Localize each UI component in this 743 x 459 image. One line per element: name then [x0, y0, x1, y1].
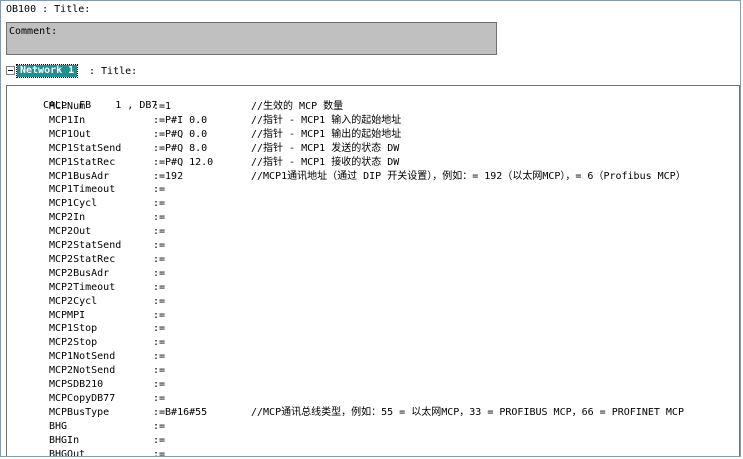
- param-comment: //生效的 MCP 数量: [251, 101, 344, 112]
- param-name: MCP2Timeout: [49, 281, 116, 293]
- param-value: :=: [153, 337, 166, 349]
- param-comment: //指针 - MCP1 发送的状态 DW: [251, 142, 400, 154]
- network-title[interactable]: : Title:: [89, 66, 137, 77]
- param-value: :=: [153, 365, 166, 377]
- param-value: :=: [153, 434, 166, 446]
- param-value: :=: [153, 184, 166, 196]
- param-name: MCP1StatRec: [49, 156, 116, 168]
- param-value: :=: [153, 351, 166, 363]
- collapse-network-icon[interactable]: [6, 66, 15, 75]
- call-line[interactable]: CALL FB 1 , DB7: [7, 86, 157, 111]
- param-name: MCPCopyDB77: [49, 392, 116, 404]
- param-value: :=: [153, 198, 166, 210]
- network-label[interactable]: Network 1: [15, 64, 79, 78]
- param-name: MCP2BusAdr: [49, 267, 110, 279]
- param-value: :=P#Q 8.0: [153, 142, 208, 154]
- param-value: :=: [153, 240, 166, 251]
- param-name: MCP1Timeout: [49, 184, 116, 196]
- param-value: :=: [153, 253, 166, 265]
- param-name: MCP1In: [49, 114, 86, 126]
- param-name: MCP2NotSend: [49, 365, 116, 377]
- param-name: BHGOut: [49, 448, 86, 457]
- param-value: :=192: [153, 170, 184, 182]
- param-value: :=: [153, 267, 166, 279]
- param-value: :=: [153, 392, 166, 404]
- param-name: MCP2StatSend: [49, 240, 122, 251]
- param-value: :=1: [153, 101, 172, 112]
- param-value: :=P#Q 12.0: [153, 156, 214, 168]
- param-name: MCP1Stop: [49, 323, 98, 335]
- param-value: :=: [153, 420, 166, 432]
- param-value: :=B#16#55: [153, 406, 208, 418]
- param-value: :=P#Q 0.0: [153, 128, 208, 140]
- param-comment: //MCP1通讯地址（通过 DIP 开关设置），例如：= 192（以太网MCP）…: [251, 170, 686, 182]
- param-comment: //指针 - MCP1 接收的状态 DW: [251, 156, 400, 168]
- param-comment: //指针 - MCP1 输出的起始地址: [251, 128, 402, 140]
- param-name: BHG: [49, 420, 68, 432]
- param-name: MCPSDB210: [49, 379, 104, 390]
- param-name: MCP2Cycl: [49, 295, 98, 307]
- param-name: MCP2StatRec: [49, 253, 116, 265]
- comment-label: Comment:: [9, 26, 58, 37]
- param-name: MCP1Cycl: [49, 198, 98, 210]
- param-name: MCP1NotSend: [49, 351, 116, 363]
- param-value: :=: [153, 448, 166, 457]
- stl-code-area[interactable]: CALL FB 1 , DB7 MCPNum :=1 //生效的 MCP 数量 MCP…: [6, 85, 740, 457]
- param-value: :=: [153, 379, 166, 390]
- param-name: MCP1Out: [49, 128, 92, 140]
- param-value: :=: [153, 309, 166, 321]
- param-value: :=: [153, 226, 166, 238]
- param-name: MCPNum: [49, 101, 86, 112]
- param-name: MCP1BusAdr: [49, 170, 110, 182]
- param-name: MCPBusType: [49, 406, 110, 418]
- param-name: MCPMPI: [49, 309, 86, 321]
- param-name: MCP2Out: [49, 226, 92, 238]
- param-name: MCP1StatSend: [49, 142, 122, 154]
- param-value: :=: [153, 295, 166, 307]
- editor-frame: OB100 : Title: Comment: Network 1 : Titl…: [0, 0, 741, 457]
- param-name: MCP2Stop: [49, 337, 98, 349]
- block-comment-field[interactable]: Comment:: [6, 22, 497, 55]
- param-name: BHGIn: [49, 434, 80, 446]
- param-value: :=: [153, 212, 166, 224]
- param-value: :=P#I 0.0: [153, 114, 208, 126]
- param-comment: //指针 - MCP1 输入的起始地址: [251, 114, 402, 126]
- param-value: :=: [153, 323, 166, 335]
- param-comment: //MCP通讯总线类型，例如：55 = 以太网MCP，33 = PROFIBUS…: [251, 406, 684, 418]
- param-name: MCP2In: [49, 212, 86, 224]
- block-title: OB100 : Title:: [6, 4, 91, 15]
- param-value: :=: [153, 281, 166, 293]
